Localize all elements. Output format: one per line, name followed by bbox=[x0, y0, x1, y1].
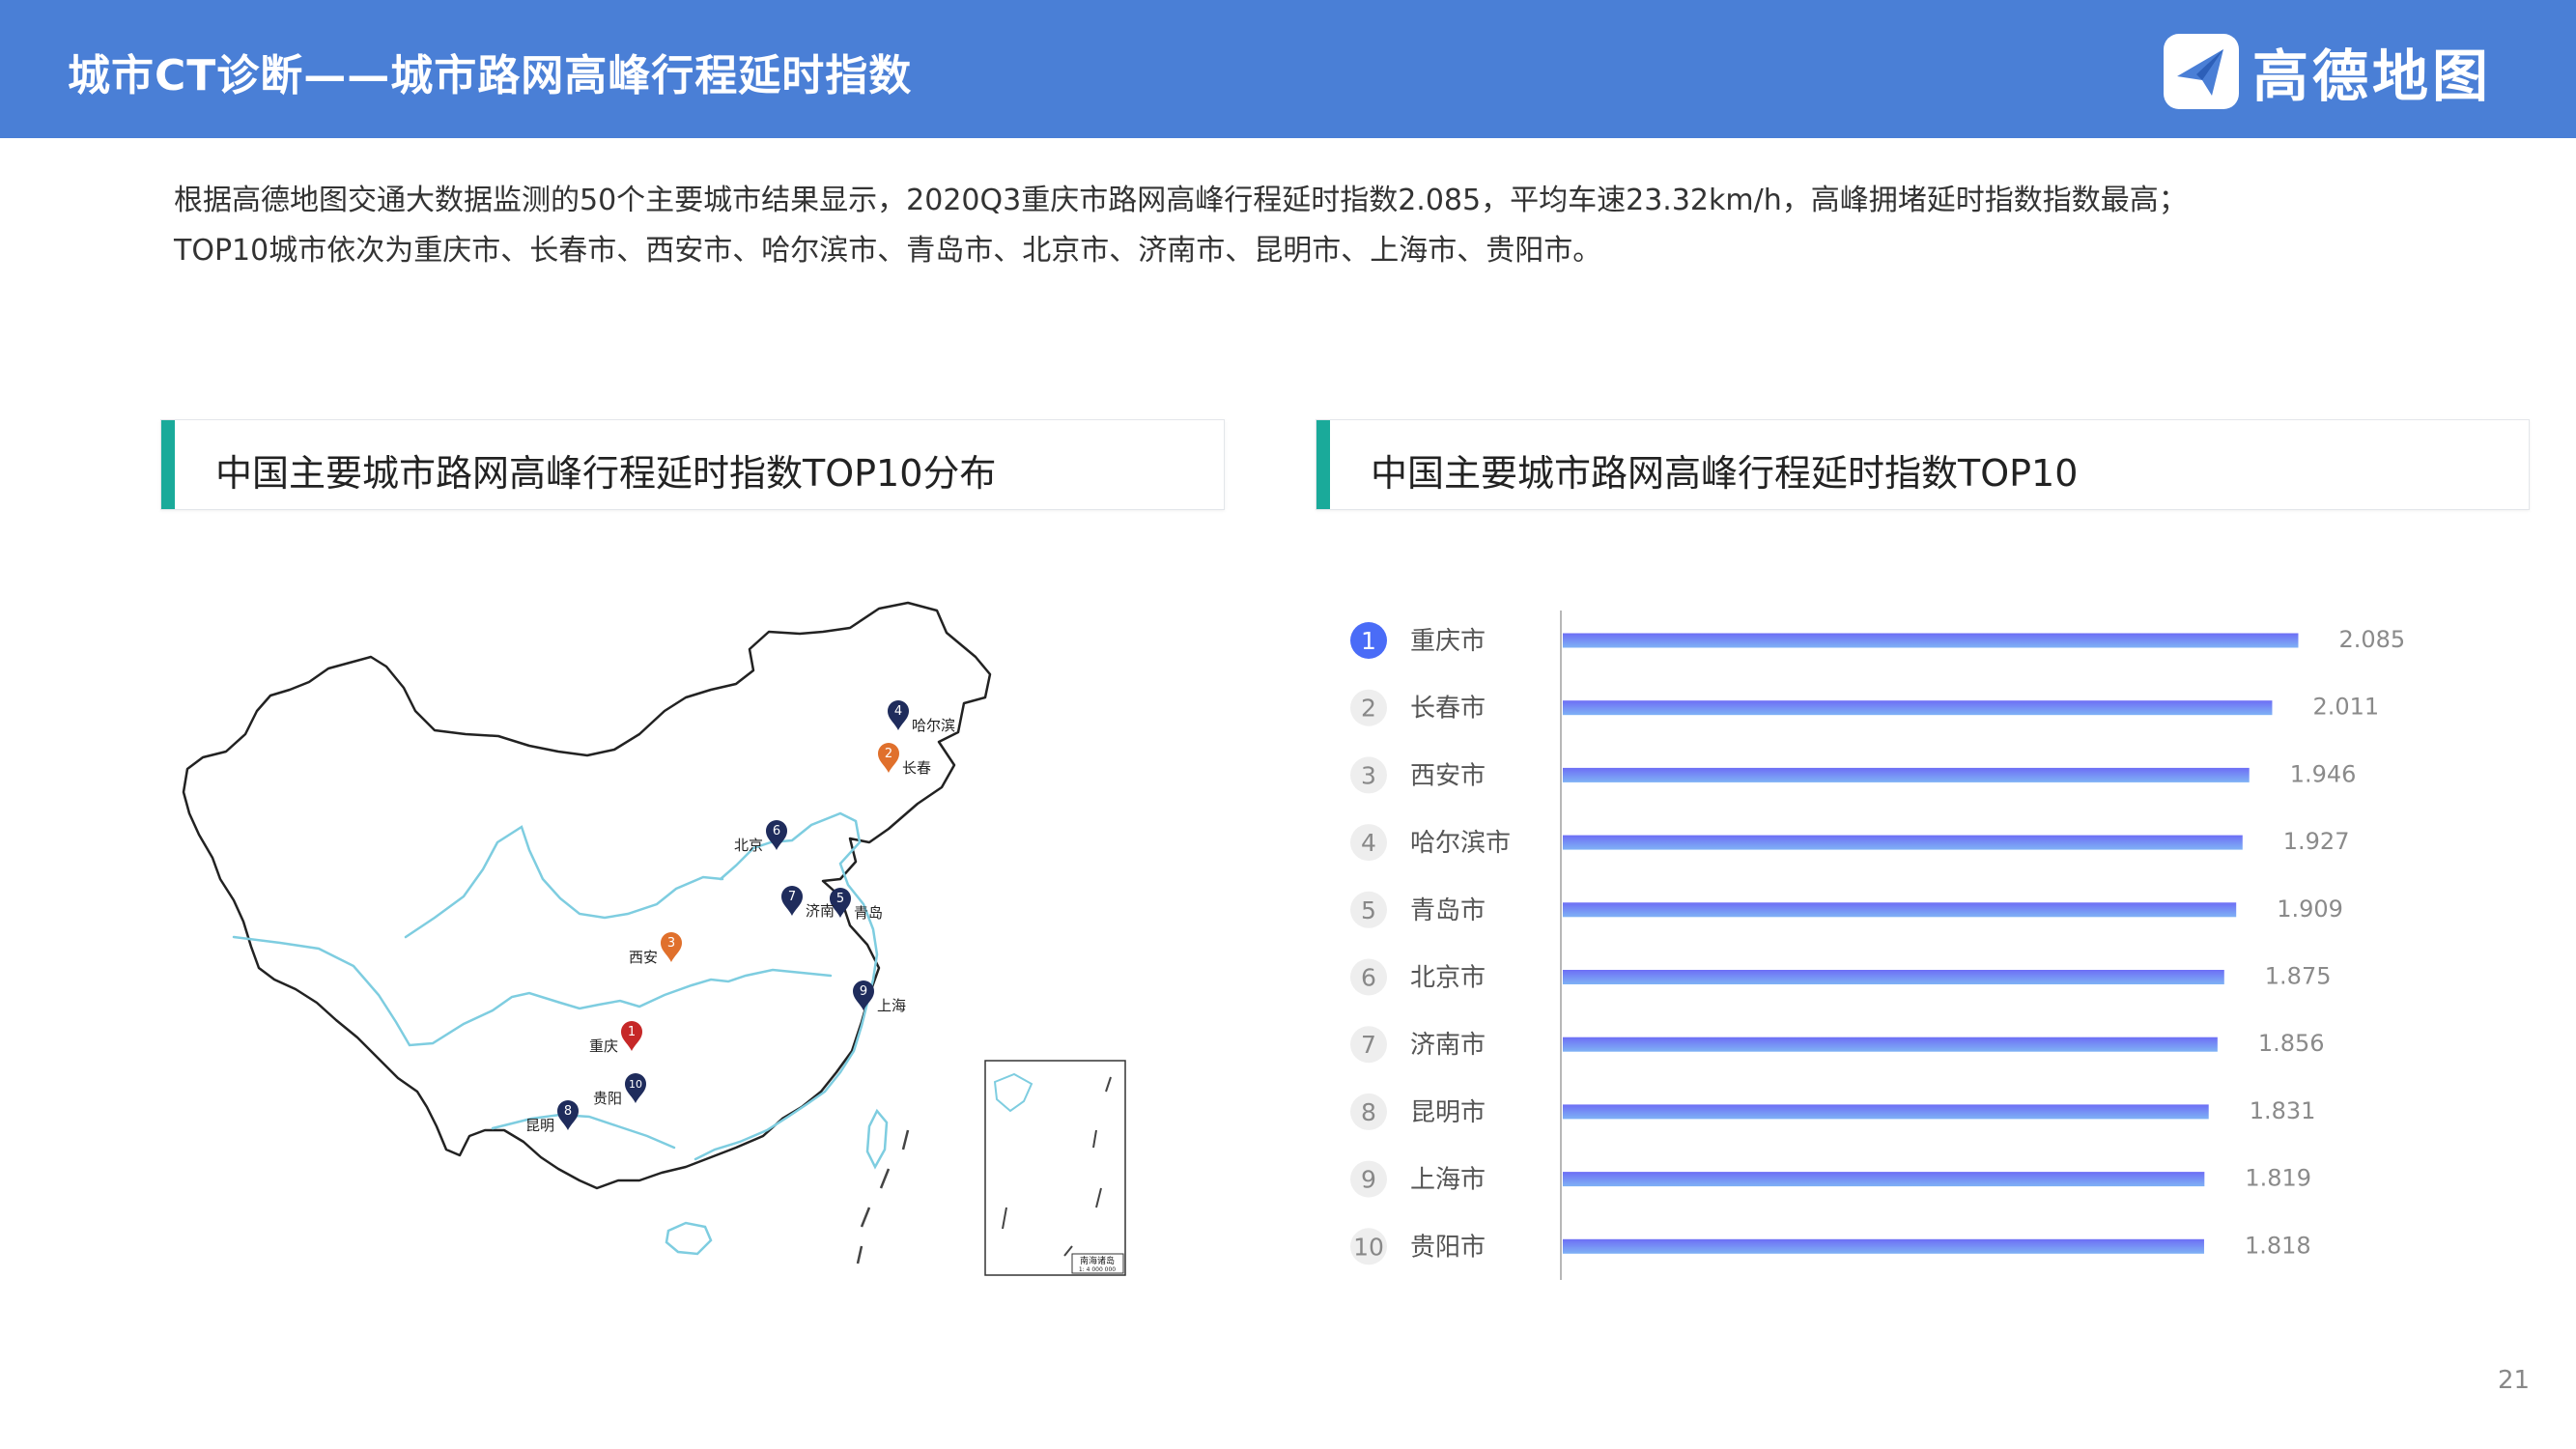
page-number: 21 bbox=[2498, 1366, 2531, 1395]
rank-number: 5 bbox=[1361, 896, 1376, 924]
rank-number: 9 bbox=[1361, 1166, 1376, 1194]
map-pin-rank: 1 bbox=[628, 1025, 636, 1039]
category-label: 济南市 bbox=[1410, 1031, 1486, 1060]
rank-number: 10 bbox=[1353, 1233, 1384, 1261]
amap-logo: 高德地图 bbox=[2164, 31, 2492, 112]
rank-number: 6 bbox=[1361, 964, 1376, 992]
chart-panel-header: 中国主要城市路网高峰行程延时指数TOP10 bbox=[1316, 419, 2530, 510]
china-outline bbox=[182, 601, 992, 1190]
bar-row: 8 昆明市 1.831 bbox=[1350, 1093, 2316, 1130]
bar bbox=[1563, 1172, 2205, 1187]
category-label: 长春市 bbox=[1410, 695, 1486, 724]
map-pin-rank: 4 bbox=[894, 704, 902, 719]
map-city-label: 贵阳 bbox=[593, 1090, 622, 1107]
map-city-label: 西安 bbox=[629, 949, 658, 966]
map-panel-header: 中国主要城市路网高峰行程延时指数TOP10分布 bbox=[160, 419, 1225, 510]
south-china-sea-inset bbox=[984, 1060, 1126, 1276]
bar bbox=[1563, 970, 2224, 984]
map-city-label: 昆明 bbox=[525, 1117, 554, 1134]
value-label: 1.818 bbox=[2245, 1232, 2311, 1259]
map-city-label: 重庆 bbox=[589, 1037, 618, 1055]
chart-panel-title: 中国主要城市路网高峰行程延时指数TOP10 bbox=[1371, 452, 2079, 495]
rank-number: 8 bbox=[1361, 1098, 1376, 1126]
bars-layer: 1 重庆市 2.085 2 长春市 2.011 3 西安市 1.946 4 哈尔滨市 1.927 5 青岛… bbox=[1350, 622, 2405, 1265]
bar-row: 4 哈尔滨市 1.927 bbox=[1350, 824, 2350, 862]
rank-number: 1 bbox=[1361, 627, 1376, 655]
summary-line-1: 根据高德地图交通大数据监测的50个主要城市结果显示，2020Q3重庆市路网高峰行… bbox=[174, 184, 2188, 217]
map-pin-rank: 9 bbox=[860, 984, 867, 999]
bar bbox=[1563, 902, 2237, 918]
accent-bar bbox=[161, 420, 175, 509]
amap-logo-icon bbox=[2164, 34, 2239, 109]
accent-bar bbox=[1316, 420, 1330, 509]
value-label: 1.909 bbox=[2277, 895, 2343, 923]
value-label: 1.927 bbox=[2283, 828, 2350, 855]
map-city-label: 北京 bbox=[734, 837, 763, 854]
bar-row: 2 长春市 2.011 bbox=[1350, 689, 2379, 726]
summary-text: 根据高德地图交通大数据监测的50个主要城市结果显示，2020Q3重庆市路网高峰行… bbox=[174, 176, 2424, 276]
map-city-label: 青岛 bbox=[854, 904, 883, 922]
bar bbox=[1563, 835, 2243, 850]
category-label: 青岛市 bbox=[1410, 896, 1486, 925]
summary-line-2: TOP10城市依次为重庆市、长春市、西安市、哈尔滨市、青岛市、北京市、济南市、昆… bbox=[174, 234, 1602, 268]
map-panel-title: 中国主要城市路网高峰行程延时指数TOP10分布 bbox=[215, 452, 997, 495]
rank-number: 3 bbox=[1361, 761, 1376, 789]
value-label: 2.011 bbox=[2312, 694, 2379, 721]
bar-row: 6 北京市 1.875 bbox=[1350, 958, 2332, 996]
map-city-label: 济南 bbox=[806, 902, 835, 920]
bar-row: 10 贵阳市 1.818 bbox=[1350, 1228, 2311, 1265]
map-city-label: 上海 bbox=[877, 997, 906, 1014]
value-label: 1.856 bbox=[2258, 1030, 2325, 1057]
hainan-island bbox=[665, 1221, 713, 1256]
bar bbox=[1563, 1104, 2209, 1120]
map-pin-rank: 10 bbox=[629, 1078, 642, 1091]
category-label: 西安市 bbox=[1410, 761, 1486, 790]
map-pin-rank: 6 bbox=[773, 824, 780, 838]
bar-row: 5 青岛市 1.909 bbox=[1350, 891, 2343, 928]
bar bbox=[1563, 1238, 2204, 1254]
map-pin-rank: 2 bbox=[885, 747, 892, 761]
page-title: 城市CT诊断——城市路网高峰行程延时指数 bbox=[68, 51, 913, 100]
value-label: 1.819 bbox=[2245, 1165, 2311, 1192]
value-label: 1.946 bbox=[2290, 760, 2357, 787]
taiwan-island bbox=[865, 1108, 889, 1170]
china-map: 南海诸岛 1: 4 000 000 1 重庆 2 长春 3 西安 4 哈尔滨 5 青岛 6 北京 7 济南… bbox=[174, 589, 1130, 1280]
map-pin-rank: 5 bbox=[836, 892, 844, 906]
category-label: 贵阳市 bbox=[1410, 1233, 1486, 1262]
map-city-label: 长春 bbox=[902, 759, 931, 777]
bar-chart: 1 重庆市 2.085 2 长春市 2.011 3 西安市 1.946 4 哈尔滨市 1.927 5 青岛… bbox=[1333, 599, 2415, 1294]
value-label: 2.085 bbox=[2338, 626, 2405, 653]
category-label: 重庆市 bbox=[1410, 627, 1486, 656]
category-label: 北京市 bbox=[1410, 964, 1486, 993]
category-label: 哈尔滨市 bbox=[1410, 829, 1511, 858]
header-bar: 城市CT诊断——城市路网高峰行程延时指数 高德地图 bbox=[0, 0, 2576, 138]
bar-row: 9 上海市 1.819 bbox=[1350, 1160, 2311, 1198]
value-label: 1.831 bbox=[2250, 1097, 2316, 1124]
category-label: 昆明市 bbox=[1410, 1098, 1486, 1127]
bar bbox=[1563, 1037, 2218, 1052]
logo-text: 高德地图 bbox=[2252, 43, 2493, 109]
map-pin-rank: 8 bbox=[564, 1104, 572, 1119]
bar bbox=[1563, 633, 2299, 648]
bar bbox=[1563, 767, 2250, 782]
value-label: 1.875 bbox=[2265, 963, 2332, 990]
bar-row: 3 西安市 1.946 bbox=[1350, 756, 2357, 794]
map-pin-rank: 7 bbox=[788, 890, 796, 904]
inset-label: 南海诸岛 bbox=[1080, 1255, 1115, 1266]
inset-scale: 1: 4 000 000 bbox=[1079, 1266, 1116, 1273]
bar bbox=[1563, 700, 2273, 716]
rank-number: 4 bbox=[1361, 829, 1376, 857]
bar-row: 1 重庆市 2.085 bbox=[1350, 622, 2405, 659]
rank-number: 7 bbox=[1361, 1031, 1376, 1059]
category-label: 上海市 bbox=[1410, 1166, 1486, 1195]
map-pin-rank: 3 bbox=[667, 936, 675, 951]
rank-number: 2 bbox=[1361, 695, 1376, 723]
map-city-label: 哈尔滨 bbox=[912, 717, 955, 734]
bar-row: 7 济南市 1.856 bbox=[1350, 1026, 2325, 1064]
